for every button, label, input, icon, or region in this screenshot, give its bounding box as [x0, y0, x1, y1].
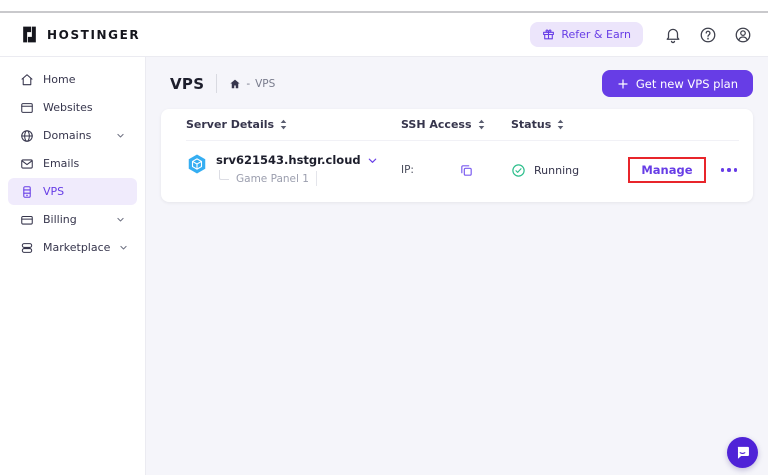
ellipsis-icon: [721, 168, 738, 172]
breadcrumb-separator: -: [246, 78, 250, 90]
manage-annotation-highlight: Manage: [628, 157, 705, 183]
copy-icon: [459, 163, 474, 178]
title-divider: [216, 74, 217, 93]
column-server-details[interactable]: Server Details: [186, 118, 401, 131]
sidebar-item-home[interactable]: Home: [8, 66, 137, 93]
sort-icon[interactable]: [557, 119, 564, 130]
bell-icon: [664, 26, 682, 44]
refer-and-earn-label: Refer & Earn: [561, 28, 631, 41]
chevron-down-icon: [116, 215, 125, 224]
more-options-button[interactable]: [719, 163, 740, 177]
column-ssh-access[interactable]: SSH Access: [401, 118, 511, 131]
envelope-icon: [20, 157, 34, 171]
refer-and-earn-button[interactable]: Refer & Earn: [530, 22, 643, 47]
help-button[interactable]: [697, 24, 719, 46]
hostinger-logo[interactable]: HOSTINGER: [20, 25, 140, 44]
sort-icon[interactable]: [478, 119, 485, 130]
brand-name: HOSTINGER: [47, 28, 140, 42]
server-name-toggle[interactable]: srv621543.hstgr.cloud: [216, 153, 378, 167]
credit-card-icon: [20, 213, 34, 227]
browser-window-icon: [20, 101, 34, 115]
chevron-down-icon: [119, 243, 128, 252]
page-title: VPS: [170, 75, 204, 93]
notifications-button[interactable]: [662, 24, 684, 46]
ssh-access-cell: IP:: [401, 163, 511, 178]
gift-icon: [542, 28, 555, 41]
status-cell: Running: [511, 163, 628, 178]
breadcrumb-current: VPS: [255, 78, 275, 90]
get-new-vps-plan-label: Get new VPS plan: [636, 77, 738, 91]
row-actions: Manage: [628, 157, 739, 183]
home-icon: [20, 73, 34, 87]
chevron-down-icon: [116, 131, 125, 140]
question-mark-icon: [699, 26, 717, 44]
sidebar-item-billing[interactable]: Billing: [8, 206, 137, 233]
sort-icon[interactable]: [280, 119, 287, 130]
user-avatar-icon: [734, 26, 752, 44]
sidebar-item-label: Emails: [43, 157, 79, 170]
top-bar-actions: Refer & Earn: [530, 22, 754, 47]
column-status[interactable]: Status: [511, 118, 739, 131]
sidebar-item-label: VPS: [43, 185, 64, 198]
server-icon: [20, 185, 34, 199]
status-badge: Running: [534, 164, 579, 177]
sidebar-item-domains[interactable]: Domains: [8, 122, 137, 149]
manage-button[interactable]: Manage: [641, 163, 692, 177]
server-hostname: srv621543.hstgr.cloud: [216, 153, 361, 167]
server-details-cell: srv621543.hstgr.cloud Game Panel 1: [186, 153, 401, 187]
chat-bubble-icon: [734, 444, 751, 461]
sidebar-item-label: Billing: [43, 213, 77, 226]
get-new-vps-plan-button[interactable]: Get new VPS plan: [602, 70, 753, 97]
sidebar-item-label: Websites: [43, 101, 93, 114]
account-menu-button[interactable]: [732, 24, 754, 46]
sidebar-item-label: Home: [43, 73, 75, 86]
sidebar-item-marketplace[interactable]: Marketplace: [8, 234, 137, 261]
top-bar: HOSTINGER Refer & Earn: [0, 13, 768, 57]
label-divider: [316, 171, 317, 186]
table-header: Server Details SSH Access Status: [186, 109, 739, 141]
server-label[interactable]: Game Panel 1: [236, 173, 309, 185]
plus-icon: [617, 78, 629, 90]
sidebar-item-label: Marketplace: [43, 241, 110, 254]
server-label-row: Game Panel 1: [216, 170, 378, 187]
sidebar-item-label: Domains: [43, 129, 91, 142]
main-content: VPS - VPS Get new VPS plan: [146, 57, 768, 475]
check-circle-icon: [511, 163, 526, 178]
sidebar-item-emails[interactable]: Emails: [8, 150, 137, 177]
hostinger-hpanel: HOSTINGER Refer & Earn: [0, 0, 768, 475]
chevron-down-icon: [367, 155, 378, 166]
game-panel-hexagon-icon: [186, 153, 208, 187]
hostinger-h-icon: [20, 25, 39, 44]
table-row: srv621543.hstgr.cloud Game Panel 1: [186, 141, 739, 202]
vps-table-card: Server Details SSH Access Status: [161, 109, 753, 202]
column-label: SSH Access: [401, 118, 472, 131]
column-label: Status: [511, 118, 551, 131]
tree-connector: [219, 170, 229, 180]
stack-icon: [20, 241, 34, 255]
browser-edge-strip: [0, 0, 768, 13]
live-chat-button[interactable]: [727, 437, 758, 468]
globe-icon: [20, 129, 34, 143]
breadcrumb-home-icon[interactable]: [229, 78, 241, 90]
ip-label: IP:: [401, 164, 414, 176]
sidebar-item-websites[interactable]: Websites: [8, 94, 137, 121]
page-header: VPS - VPS Get new VPS plan: [161, 70, 753, 97]
column-label: Server Details: [186, 118, 274, 131]
breadcrumb: - VPS: [229, 78, 275, 90]
sidebar-item-vps[interactable]: VPS: [8, 178, 137, 205]
copy-ip-button[interactable]: [459, 163, 474, 178]
sidebar: Home Websites Domains: [0, 57, 146, 475]
